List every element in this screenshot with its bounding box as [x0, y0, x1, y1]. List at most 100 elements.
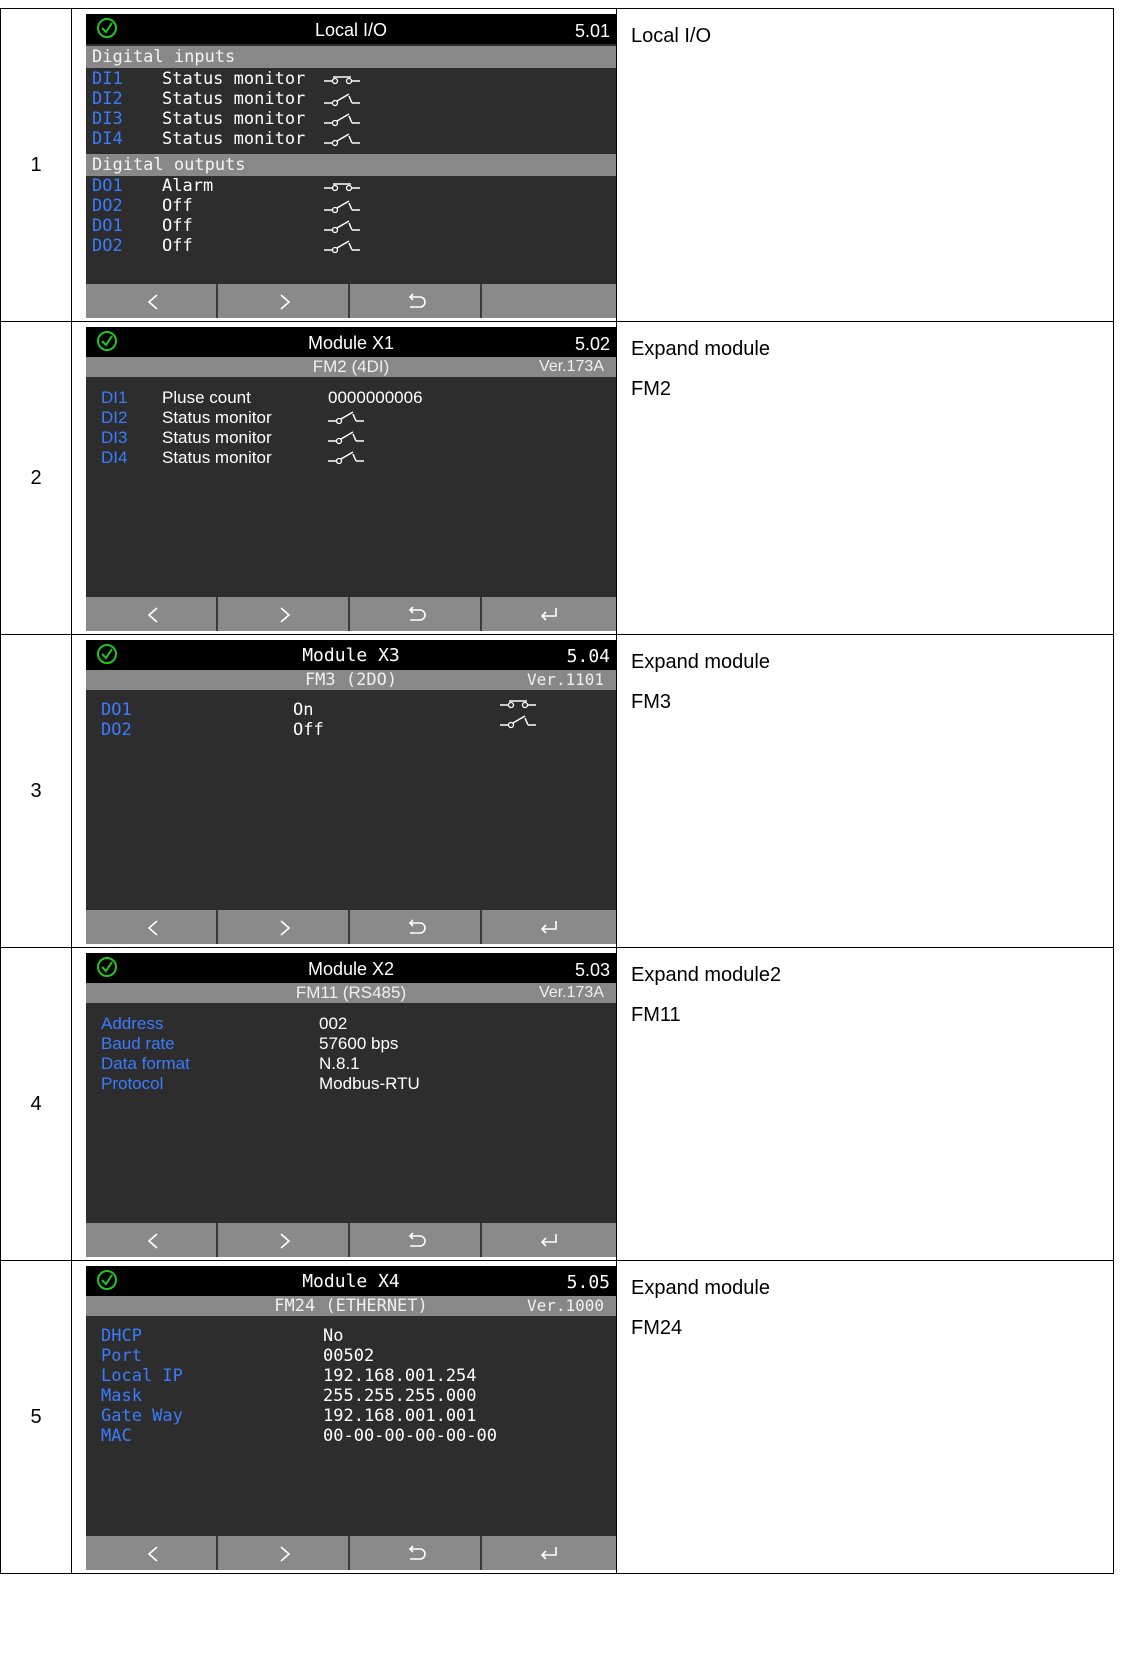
- page-number: 5.01: [574, 21, 610, 41]
- list-item: DI2 Status monitor: [86, 89, 616, 110]
- enter-key-icon: [540, 608, 557, 621]
- page-number: 5.02: [574, 334, 610, 354]
- prev-button[interactable]: [86, 910, 218, 944]
- list-item: DO2 Off: [86, 196, 616, 217]
- list-item: Baud rate 57600 bps: [86, 1033, 616, 1054]
- item-id: MAC: [101, 1426, 132, 1446]
- return-arrow-icon: [408, 1232, 426, 1247]
- item-value: 255.255.255.000: [323, 1386, 477, 1406]
- chevron-right-icon: [280, 1546, 291, 1562]
- switch-open-icon: [324, 133, 360, 147]
- screenshot-cell: Module X4 5.05 FM24 (ETHERNET) Ver.1000 …: [71, 1260, 617, 1574]
- description-line: FM3: [631, 691, 671, 713]
- device-screen: Local I/O 5.01 Digital inputs DI1 Status…: [86, 14, 616, 318]
- empty-softkey[interactable]: [482, 284, 614, 318]
- screenshot-cell: Module X2 5.03 FM11 (RS485) Ver.173A Add…: [71, 947, 617, 1261]
- item-value: N.8.1: [319, 1054, 360, 1073]
- enter-button[interactable]: [482, 910, 614, 944]
- list-item: DI3 Status monitor: [86, 427, 616, 448]
- item-value: Status monitor: [162, 129, 306, 149]
- module-header: FM3 (2DO) Ver.1101: [86, 670, 616, 690]
- next-button[interactable]: [218, 1536, 350, 1570]
- back-button[interactable]: [350, 284, 482, 318]
- chevron-left-icon: [147, 1233, 158, 1249]
- switch-open-icon: [324, 240, 360, 254]
- switch-closed-icon: [500, 700, 536, 709]
- screenshot-cell: Module X3 5.04 FM3 (2DO) Ver.1101 DO1 On…: [71, 634, 617, 948]
- switch-open-icon: [328, 431, 364, 445]
- item-value: Status monitor: [162, 448, 272, 467]
- list-item: DI1 Pluse count 0000000006: [86, 387, 616, 408]
- prev-button[interactable]: [86, 1536, 218, 1570]
- chevron-right-icon: [280, 920, 291, 936]
- item-id: Data format: [101, 1054, 190, 1073]
- item-value: No: [323, 1326, 344, 1346]
- enter-button[interactable]: [482, 1536, 614, 1570]
- page-number: 5.05: [566, 1272, 610, 1293]
- next-button[interactable]: [218, 1223, 350, 1257]
- item-id: Mask: [101, 1386, 142, 1406]
- return-arrow-icon: [408, 1545, 426, 1560]
- back-button[interactable]: [350, 910, 482, 944]
- item-id: DO1: [101, 700, 132, 720]
- enter-button[interactable]: [482, 597, 614, 631]
- chevron-right-icon: [280, 607, 291, 623]
- module-version: Ver.173A: [539, 358, 604, 375]
- prev-button[interactable]: [86, 1223, 218, 1257]
- item-value: 002: [319, 1014, 348, 1033]
- chevron-right-icon: [280, 294, 291, 310]
- next-button[interactable]: [218, 284, 350, 318]
- back-button[interactable]: [350, 1536, 482, 1570]
- description-line: Expand module: [631, 651, 770, 673]
- switch-open-icon: [328, 411, 364, 425]
- back-button[interactable]: [350, 597, 482, 631]
- top-bar: Local I/O 5.01: [86, 14, 616, 44]
- item-value: Modbus-RTU: [319, 1074, 420, 1093]
- row-number: 4: [0, 947, 72, 1261]
- next-button[interactable]: [218, 910, 350, 944]
- prev-button[interactable]: [86, 284, 218, 318]
- enter-button[interactable]: [482, 1223, 614, 1257]
- description-line: Expand module: [631, 1277, 770, 1299]
- screen-title: Module X2: [307, 959, 395, 979]
- top-bar: Module X3 5.04: [86, 640, 616, 670]
- page-number: 5.03: [574, 960, 610, 980]
- table-row: 3 Module X3 5.04 FM3 (2DO) Ver.1101 DO1 …: [0, 634, 1114, 948]
- module-name: FM11 (RS485): [295, 983, 407, 1002]
- switch-closed-icon: [324, 76, 360, 85]
- item-id: DO2: [92, 236, 123, 256]
- chevron-right-icon: [280, 1233, 291, 1249]
- section-header: Digital outputs: [86, 154, 616, 176]
- list-item: DHCP No: [86, 1326, 616, 1347]
- description-cell: Expand module FM3: [616, 634, 1114, 948]
- description-line: FM24: [631, 1317, 683, 1339]
- item-id: Baud rate: [101, 1034, 175, 1053]
- table-row: 4 Module X2 5.03 FM11 (RS485) Ver.173A A…: [0, 947, 1114, 1261]
- device-screen: Module X3 5.04 FM3 (2DO) Ver.1101 DO1 On…: [86, 640, 616, 944]
- softkey-bar: [86, 284, 616, 318]
- enter-key-icon: [540, 1234, 557, 1247]
- module-name: FM2 (4DI): [312, 357, 390, 376]
- device-screen: Module X4 5.05 FM24 (ETHERNET) Ver.1000 …: [86, 1266, 616, 1570]
- description-cell: Local I/O: [616, 8, 1114, 322]
- description-cell: Expand module FM24: [616, 1260, 1114, 1574]
- page-number: 5.04: [566, 646, 610, 667]
- prev-button[interactable]: [86, 597, 218, 631]
- chevron-left-icon: [147, 920, 158, 936]
- list-item: Data format N.8.1: [86, 1053, 616, 1074]
- item-id: DI2: [101, 408, 128, 427]
- next-button[interactable]: [218, 597, 350, 631]
- list-item: DO1 Alarm: [86, 176, 616, 197]
- row-number: 3: [0, 634, 72, 948]
- list-item: MAC 00-00-00-00-00-00: [86, 1426, 616, 1447]
- back-button[interactable]: [350, 1223, 482, 1257]
- list-item: Gate Way 192.168.001.001: [86, 1406, 616, 1427]
- chevron-left-icon: [147, 294, 158, 310]
- item-id: DI3: [92, 109, 123, 129]
- item-id: DO2: [101, 720, 132, 740]
- item-value: Status monitor: [162, 428, 272, 447]
- item-id: DI4: [92, 129, 123, 149]
- screen-title: Local I/O: [314, 20, 388, 40]
- description-line: FM2: [631, 378, 671, 400]
- list-item: DI3 Status monitor: [86, 109, 616, 130]
